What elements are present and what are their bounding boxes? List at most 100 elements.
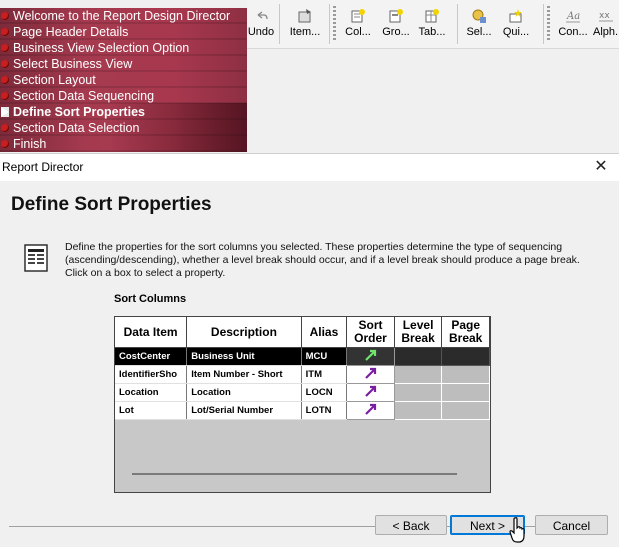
toolbar-grip[interactable] (333, 6, 336, 42)
constant-icon: Aa (565, 8, 581, 24)
cell-description[interactable]: Lot/Serial Number (186, 401, 302, 420)
column-header-description[interactable]: Description (186, 317, 302, 348)
cell-description[interactable]: Item Number - Short (186, 365, 302, 384)
wizard-step[interactable]: Section Data Sequencing (0, 88, 247, 104)
cell-data-item[interactable]: Location (115, 383, 188, 402)
cancel-button[interactable]: Cancel (535, 515, 608, 535)
wizard-step[interactable]: Welcome to the Report Design Director (0, 8, 247, 24)
table-row[interactable]: IdentifierSho Item Number - Short ITM (115, 365, 490, 384)
toolbar-item-button[interactable]: Item... (285, 6, 325, 44)
toolbar-alpha-label: Alph... (593, 26, 619, 38)
cell-data-item[interactable]: Lot (115, 401, 188, 420)
level-break-cell[interactable] (393, 401, 443, 420)
column-header-page-break[interactable]: Page Break (441, 317, 490, 348)
item-icon (297, 8, 313, 24)
horizontal-scrollbar[interactable] (132, 473, 457, 475)
wizard-step-label: Section Data Selection (13, 121, 140, 135)
group-icon (388, 8, 404, 24)
table-row[interactable]: Lot Lot/Serial Number LOTN (115, 401, 490, 420)
toolbar-quick-button[interactable]: Qui... (501, 6, 531, 44)
toolbar-grip[interactable] (547, 6, 550, 42)
page-break-cell[interactable] (441, 347, 490, 366)
sort-order-cell[interactable] (346, 401, 395, 420)
ascending-arrow-icon (364, 385, 376, 397)
bullet-icon (1, 140, 9, 148)
toolbar-separator (329, 4, 330, 44)
select-icon (471, 8, 487, 24)
cell-alias[interactable]: MCU (301, 347, 348, 366)
wizard-step-label: Section Data Sequencing (13, 89, 155, 103)
svg-text:Aa: Aa (566, 11, 580, 22)
toolbar-undo-button[interactable]: Undo (247, 6, 275, 44)
wizard-step-label: Section Layout (13, 73, 96, 87)
sort-columns-label: Sort Columns (114, 293, 187, 305)
cell-data-item[interactable]: CostCenter (115, 347, 188, 366)
ascending-arrow-icon (364, 403, 376, 415)
sort-columns-grid[interactable]: Data Item Description Alias Sort Order L… (114, 316, 491, 493)
wizard-step-label: Define Sort Properties (13, 105, 145, 119)
columnar-icon (350, 8, 366, 24)
column-header-data-item[interactable]: Data Item (115, 317, 188, 348)
cell-alias[interactable]: ITM (301, 365, 348, 384)
toolbar-alpha-button[interactable]: xx Alph... (593, 6, 619, 44)
wizard-step[interactable]: Select Business View (0, 56, 247, 72)
report-director-dialog: Report Director ✕ Define Sort Properties… (0, 153, 619, 545)
page-break-cell[interactable] (441, 401, 490, 420)
header-band: Define Sort Properties (0, 181, 619, 229)
column-header-alias[interactable]: Alias (301, 317, 348, 348)
wizard-step-current[interactable]: Define Sort Properties (0, 104, 247, 120)
cell-alias[interactable]: LOCN (301, 383, 348, 402)
sort-order-cell[interactable] (346, 383, 395, 402)
wizard-step-label: Business View Selection Option (13, 41, 190, 55)
toolbar-select-label: Sel... (466, 26, 492, 38)
sort-order-cell[interactable] (346, 347, 395, 366)
wizard-step[interactable]: Section Data Selection (0, 120, 247, 136)
toolbar-separator (543, 4, 544, 44)
page-break-cell[interactable] (441, 383, 490, 402)
toolbar-group-label: Gro... (382, 26, 410, 38)
current-step-arrow-icon (1, 107, 9, 117)
wizard-step[interactable]: Page Header Details (0, 24, 247, 40)
bullet-icon (1, 124, 9, 132)
toolbar-quick-label: Qui... (502, 26, 530, 38)
page-title: Define Sort Properties (11, 194, 212, 215)
wizard-step[interactable]: Section Layout (0, 72, 247, 88)
cell-description[interactable]: Business Unit (186, 347, 302, 366)
toolbar-columnar-button[interactable]: Col... (341, 6, 375, 44)
level-break-cell[interactable] (393, 365, 443, 384)
svg-text:xx: xx (599, 11, 610, 21)
cell-description[interactable]: Location (186, 383, 302, 402)
dialog-content: Define Sort Properties Define the proper… (0, 181, 619, 545)
wizard-step[interactable]: Finish (0, 136, 247, 152)
toolbar-select-button[interactable]: Sel... (463, 6, 495, 44)
table-row[interactable]: Location Location LOCN (115, 383, 490, 402)
wizard-step-label: Finish (13, 137, 47, 151)
toolbar-item-label: Item... (289, 26, 321, 38)
toolbar-tabular-button[interactable]: Tab... (415, 6, 449, 44)
page-break-cell[interactable] (441, 365, 490, 384)
toolbar-columnar-label: Col... (345, 26, 371, 38)
back-button[interactable]: < Back (375, 515, 447, 535)
quick-icon (508, 8, 524, 24)
bullet-icon (1, 28, 9, 36)
column-header-sort-order[interactable]: Sort Order (346, 317, 395, 348)
toolbar-group-button[interactable]: Gro... (379, 6, 413, 44)
cell-data-item[interactable]: IdentifierSho (115, 365, 188, 384)
sort-order-cell[interactable] (346, 365, 395, 384)
dialog-titlebar[interactable]: Report Director ✕ (0, 154, 619, 181)
wizard-step-label: Welcome to the Report Design Director (13, 9, 231, 23)
toolbar-strip: Undo Item... Col... Gro... Tab... Sel...… (247, 0, 619, 49)
wizard-step-list: Welcome to the Report Design Director Pa… (0, 8, 247, 152)
table-row[interactable]: CostCenter Business Unit MCU (115, 347, 490, 366)
toolbar-constant-label: Con... (558, 26, 588, 38)
close-icon[interactable]: ✕ (591, 157, 611, 177)
toolbar-constant-button[interactable]: Aa Con... (555, 6, 591, 44)
document-list-icon (24, 244, 48, 272)
wizard-step[interactable]: Business View Selection Option (0, 40, 247, 56)
level-break-cell[interactable] (393, 347, 443, 366)
cell-alias[interactable]: LOTN (301, 401, 348, 420)
ascending-arrow-icon (364, 367, 376, 379)
tabular-icon (424, 8, 440, 24)
column-header-level-break[interactable]: Level Break (394, 317, 443, 348)
level-break-cell[interactable] (393, 383, 443, 402)
